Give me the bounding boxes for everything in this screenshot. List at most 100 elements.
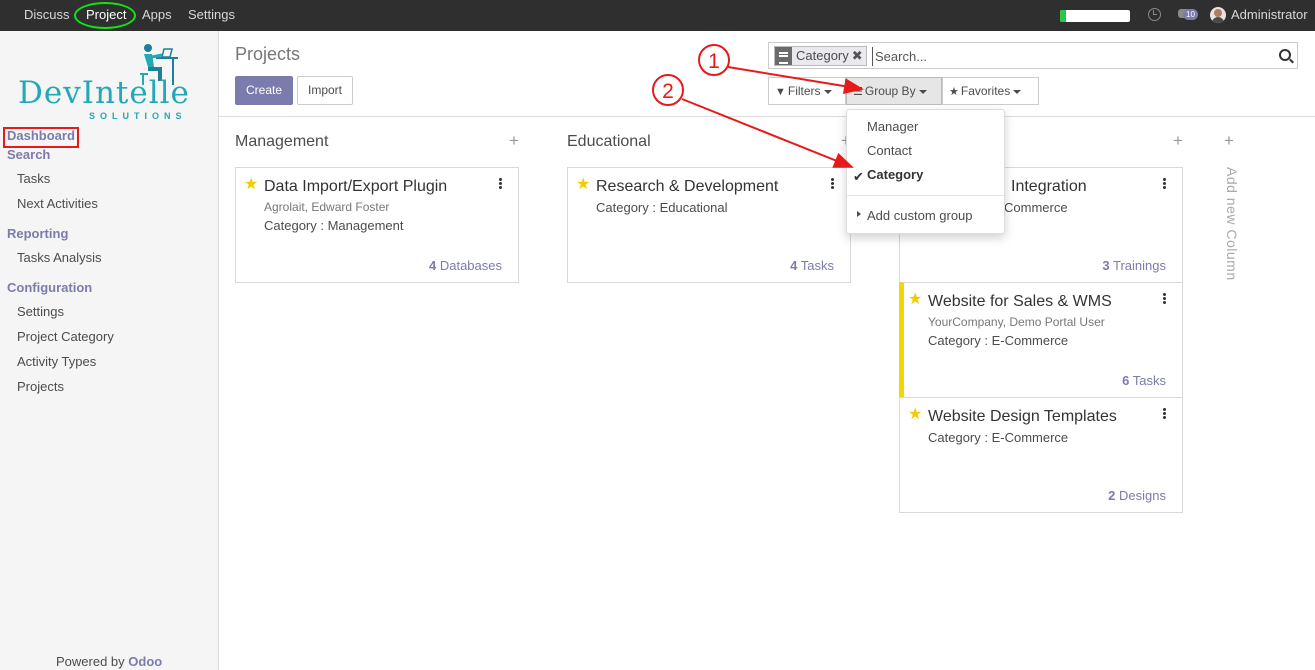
bars-icon: ☰	[853, 86, 863, 98]
project-card[interactable]: ★ Website for Sales & WMS YourCompany, D…	[899, 282, 1183, 398]
card-count-label: Designs	[1119, 488, 1166, 503]
card-count-link[interactable]: 4 Tasks	[790, 258, 834, 273]
search-icon[interactable]	[1279, 49, 1291, 61]
card-count-label: Tasks	[1132, 373, 1166, 388]
column-title-management[interactable]: Management	[235, 133, 328, 151]
sidebar-dashboard[interactable]: Dashboard	[7, 128, 75, 143]
caret-down-icon	[1013, 89, 1022, 94]
kanban-view: Management + ★ Data Import/Export Plugin…	[219, 117, 1315, 670]
star-icon: ★	[949, 86, 959, 98]
card-count: 3	[1102, 258, 1110, 273]
filters-label: Filters	[787, 84, 821, 98]
card-title[interactable]: Website Design Templates	[928, 408, 1117, 426]
sidebar-item-activity-types[interactable]: Activity Types	[17, 354, 96, 369]
card-subtitle: YourCompany, Demo Portal User	[928, 315, 1105, 329]
project-card[interactable]: ★ Research & Development Category : Educ…	[567, 167, 851, 283]
sidebar-item-project-category[interactable]: Project Category	[17, 329, 114, 344]
sidebar-item-tasks[interactable]: Tasks	[17, 171, 50, 186]
filter-icon: ▼	[775, 86, 786, 98]
column-quick-create-icon[interactable]: +	[509, 131, 519, 151]
group-by-manager[interactable]: Manager	[867, 119, 918, 134]
project-card[interactable]: ★ Data Import/Export Plugin Agrolait, Ed…	[235, 167, 519, 283]
search-input[interactable]	[872, 47, 1272, 66]
card-menu-icon[interactable]	[499, 178, 502, 189]
group-by-contact[interactable]: Contact	[867, 143, 912, 158]
logo-subtitle: SOLUTIONS	[89, 111, 187, 121]
add-new-column[interactable]: Add new Column	[1224, 167, 1240, 281]
activity-clock-icon[interactable]	[1148, 8, 1161, 21]
powered-by: Powered by Odoo	[56, 654, 162, 669]
column-title-educational[interactable]: Educational	[567, 133, 651, 151]
powered-by-text: Powered by	[56, 654, 129, 669]
user-avatar[interactable]	[1210, 7, 1226, 23]
favorite-star-icon[interactable]: ★	[244, 177, 258, 193]
sidebar-item-tasks-analysis[interactable]: Tasks Analysis	[17, 250, 102, 265]
card-menu-icon[interactable]	[1163, 293, 1166, 304]
group-by-icon	[775, 47, 792, 65]
caret-right-icon	[857, 211, 861, 217]
card-count: 4	[790, 258, 798, 273]
card-count-label: Trainings	[1113, 258, 1166, 273]
facet-remove-icon[interactable]: ✖	[852, 48, 866, 63]
sidebar-section-configuration[interactable]: Configuration	[7, 280, 92, 295]
card-menu-icon[interactable]	[1163, 408, 1166, 419]
card-count-label: Tasks	[800, 258, 834, 273]
add-custom-group[interactable]: Add custom group	[867, 208, 973, 223]
card-count-link[interactable]: 6 Tasks	[1122, 373, 1166, 388]
sidebar-item-projects[interactable]: Projects	[17, 379, 64, 394]
group-by-category[interactable]: Category	[867, 167, 923, 182]
control-panel: Projects Create Import Category✖ ▼Filter…	[219, 31, 1315, 117]
card-menu-icon[interactable]	[1163, 178, 1166, 189]
odoo-link[interactable]: Odoo	[128, 654, 162, 669]
devintelle-logo: DevIntelle SOLUTIONS	[14, 43, 204, 121]
card-title[interactable]: Data Import/Export Plugin	[264, 178, 447, 196]
check-icon: ✔	[853, 169, 864, 184]
search-facet-category[interactable]: Category ✖	[774, 46, 867, 66]
favorite-star-icon[interactable]: ★	[908, 407, 922, 423]
card-count-link[interactable]: 4 Databases	[429, 258, 502, 273]
project-card[interactable]: ★ Website Design Templates Category : E-…	[899, 397, 1183, 513]
card-category: Category : E-Commerce	[928, 430, 1069, 445]
sidebar-section-reporting[interactable]: Reporting	[7, 226, 68, 241]
menu-discuss[interactable]: Discuss	[24, 0, 70, 31]
user-menu[interactable]: Administrator	[1231, 0, 1308, 30]
card-count: 2	[1108, 488, 1116, 503]
card-menu-icon[interactable]	[831, 178, 834, 189]
filters-button[interactable]: ▼ Filters	[768, 77, 846, 105]
sidebar-item-next-activities[interactable]: Next Activities	[17, 196, 98, 211]
messages-count-badge: 10	[1183, 9, 1198, 20]
menu-settings[interactable]: Settings	[188, 0, 235, 31]
card-category: Commerce	[1004, 200, 1068, 215]
card-count: 4	[428, 258, 437, 273]
favorite-star-icon[interactable]: ★	[908, 292, 922, 308]
card-title[interactable]: Website for Sales & WMS	[928, 293, 1112, 311]
card-category: Category : Educational	[596, 200, 728, 215]
card-count: 6	[1122, 373, 1130, 388]
project-highlight-circle	[74, 2, 136, 29]
top-navbar: Discuss Project Apps Settings 10 Adminis…	[0, 0, 1315, 31]
favorites-label: Favorites	[960, 84, 1011, 98]
column-quick-create-icon[interactable]: +	[1173, 131, 1183, 151]
add-column-plus-icon[interactable]: +	[1224, 131, 1234, 151]
group-by-dropdown: Manager Contact ✔ Category Add custom gr…	[846, 109, 1005, 234]
card-title[interactable]: Integration	[1011, 178, 1087, 196]
group-by-button[interactable]: ☰ Group By	[846, 77, 942, 105]
create-button[interactable]: Create	[235, 76, 293, 105]
favorites-button[interactable]: ★ Favorites	[942, 77, 1039, 105]
caret-down-icon	[918, 89, 927, 94]
menu-apps[interactable]: Apps	[142, 0, 172, 31]
search-box[interactable]: Category ✖	[768, 42, 1298, 69]
favorite-star-icon[interactable]: ★	[576, 177, 590, 193]
caret-down-icon	[823, 89, 832, 94]
card-title[interactable]: Research & Development	[596, 178, 778, 196]
sidebar-section-search[interactable]: Search	[7, 147, 50, 162]
card-count-link[interactable]: 3 Trainings	[1102, 258, 1166, 273]
sidebar-item-settings[interactable]: Settings	[17, 304, 64, 319]
import-button[interactable]: Import	[297, 76, 353, 105]
card-count-link[interactable]: 2 Designs	[1108, 488, 1166, 503]
card-count-label: Databases	[439, 258, 502, 273]
page-title[interactable]: Projects	[235, 44, 300, 65]
onboarding-progress-bar[interactable]	[1060, 10, 1130, 22]
sidebar: DevIntelle SOLUTIONS Dashboard Search Ta…	[0, 31, 219, 670]
card-subtitle: Agrolait, Edward Foster	[264, 200, 390, 214]
